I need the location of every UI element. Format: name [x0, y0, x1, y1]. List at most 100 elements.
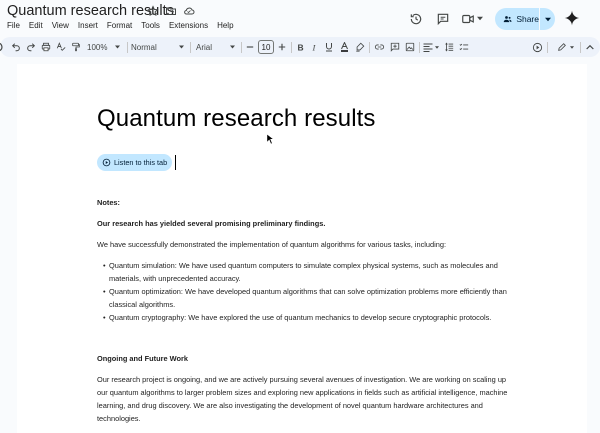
title-icons [147, 5, 195, 17]
list-item-continuation[interactable]: classical algorithms. [109, 300, 175, 309]
paragraph-line[interactable]: learning, and drug discovery. We are als… [97, 401, 483, 410]
findings-heading[interactable]: Our research has yielded several promisi… [97, 219, 325, 228]
bullet-icon: • [103, 313, 106, 322]
notes-heading[interactable]: Notes: [97, 198, 120, 207]
decrease-font-size-button[interactable] [245, 37, 255, 57]
font-select[interactable]: Arial [196, 37, 236, 57]
toolbar-divider [369, 42, 370, 53]
chevron-down-icon [435, 45, 439, 49]
paint-format-button[interactable] [70, 37, 82, 57]
listen-label: Listen to this tab [114, 158, 168, 167]
title-bar: Quantum research results File Edit View … [0, 0, 600, 36]
font-size-input[interactable]: 10 [258, 40, 274, 54]
highlighter-icon [356, 42, 365, 52]
search-menus-icon[interactable] [0, 42, 4, 52]
toolbar-divider [190, 42, 191, 53]
redo-icon [27, 43, 36, 52]
cloud-saved-icon[interactable] [183, 5, 195, 17]
chevron-up-icon [586, 44, 594, 50]
future-work-heading[interactable]: Ongoing and Future Work [97, 354, 188, 363]
play-circle-icon [102, 158, 111, 167]
undo-button[interactable] [10, 37, 22, 57]
intro-paragraph[interactable]: We have successfully demonstrated the im… [97, 240, 446, 249]
paragraph-line[interactable]: technologies. [97, 414, 141, 423]
share-button[interactable]: Share [495, 8, 539, 30]
insert-link-button[interactable] [373, 37, 385, 57]
collapse-menus-button[interactable] [584, 37, 596, 57]
formatting-toolbar: 100% Normal Arial 10 B I [0, 37, 600, 57]
add-comment-icon [390, 42, 400, 52]
align-button[interactable] [422, 37, 440, 57]
menu-help[interactable]: Help [217, 21, 233, 30]
image-icon [405, 42, 415, 52]
share-label: Share [516, 14, 539, 24]
gemini-icon[interactable] [564, 10, 580, 26]
chevron-down-icon [115, 45, 121, 49]
style-value: Normal [131, 42, 157, 52]
people-icon [503, 16, 512, 23]
bold-button[interactable]: B [295, 37, 306, 57]
listen-to-tab-chip[interactable]: Listen to this tab [97, 154, 172, 171]
bold-icon: B [297, 43, 303, 52]
bullet-icon: • [103, 287, 106, 296]
list-item[interactable]: Quantum optimization: We have developed … [109, 287, 507, 296]
plus-icon [278, 43, 286, 51]
checklist-icon [459, 43, 469, 51]
redo-button[interactable] [25, 37, 37, 57]
play-circle-icon [532, 42, 542, 52]
insert-image-button[interactable] [404, 37, 416, 57]
chevron-down-icon [544, 17, 551, 21]
toolbar-divider [580, 42, 581, 53]
zoom-value: 100% [87, 42, 108, 52]
comments-icon[interactable] [436, 12, 450, 26]
menu-tools[interactable]: Tools [141, 21, 160, 30]
toolbar-divider [127, 42, 128, 53]
list-item[interactable]: Quantum simulation: We have used quantum… [109, 261, 498, 270]
italic-icon: I [311, 43, 316, 52]
toolbar-divider [241, 42, 242, 53]
svg-text:I: I [311, 43, 316, 52]
menu-edit[interactable]: Edit [29, 21, 43, 30]
move-folder-icon[interactable] [165, 5, 177, 17]
style-select[interactable]: Normal [131, 37, 184, 57]
menu-extensions[interactable]: Extensions [169, 21, 208, 30]
list-item[interactable]: Quantum cryptography: We have explored t… [109, 313, 491, 322]
meet-icon[interactable] [461, 12, 475, 26]
spellcheck-button[interactable] [55, 37, 67, 57]
paint-format-icon [72, 42, 80, 52]
share-options-button[interactable] [540, 8, 555, 30]
menu-insert[interactable]: Insert [78, 21, 98, 30]
increase-font-size-button[interactable] [277, 37, 287, 57]
zoom-select[interactable]: 100% [87, 37, 121, 57]
checklist-button[interactable] [458, 37, 470, 57]
editing-mode-button[interactable] [554, 37, 576, 57]
share-button-group: Share [495, 8, 555, 30]
paragraph-line[interactable]: Our research project is ongoing, and we … [97, 375, 506, 384]
minus-icon [246, 46, 254, 48]
meet-dropdown-icon[interactable] [477, 16, 483, 21]
toolbar-divider [419, 42, 420, 53]
play-button[interactable] [530, 37, 544, 57]
print-icon [41, 42, 51, 52]
line-spacing-icon [445, 42, 454, 52]
text-color-icon [340, 42, 348, 52]
menu-view[interactable]: View [52, 21, 69, 30]
highlight-button[interactable] [354, 37, 366, 57]
underline-button[interactable] [323, 37, 334, 57]
line-spacing-button[interactable] [443, 37, 455, 57]
chevron-down-icon [178, 45, 184, 49]
version-history-icon[interactable] [409, 12, 423, 26]
add-comment-button[interactable] [389, 37, 401, 57]
star-icon[interactable] [147, 5, 159, 17]
align-left-icon [423, 43, 433, 52]
menu-file[interactable]: File [7, 21, 20, 30]
text-color-button[interactable] [338, 37, 350, 57]
menu-format[interactable]: Format [107, 21, 132, 30]
list-item-continuation[interactable]: materials, with unprecedented accuracy. [109, 274, 241, 283]
print-button[interactable] [40, 37, 52, 57]
italic-button[interactable]: I [309, 37, 320, 57]
undo-icon [11, 43, 20, 52]
document-title-heading[interactable]: Quantum research results [97, 105, 376, 133]
chevron-down-icon [230, 45, 236, 49]
paragraph-line[interactable]: our quantum algorithms to larger problem… [97, 388, 507, 397]
